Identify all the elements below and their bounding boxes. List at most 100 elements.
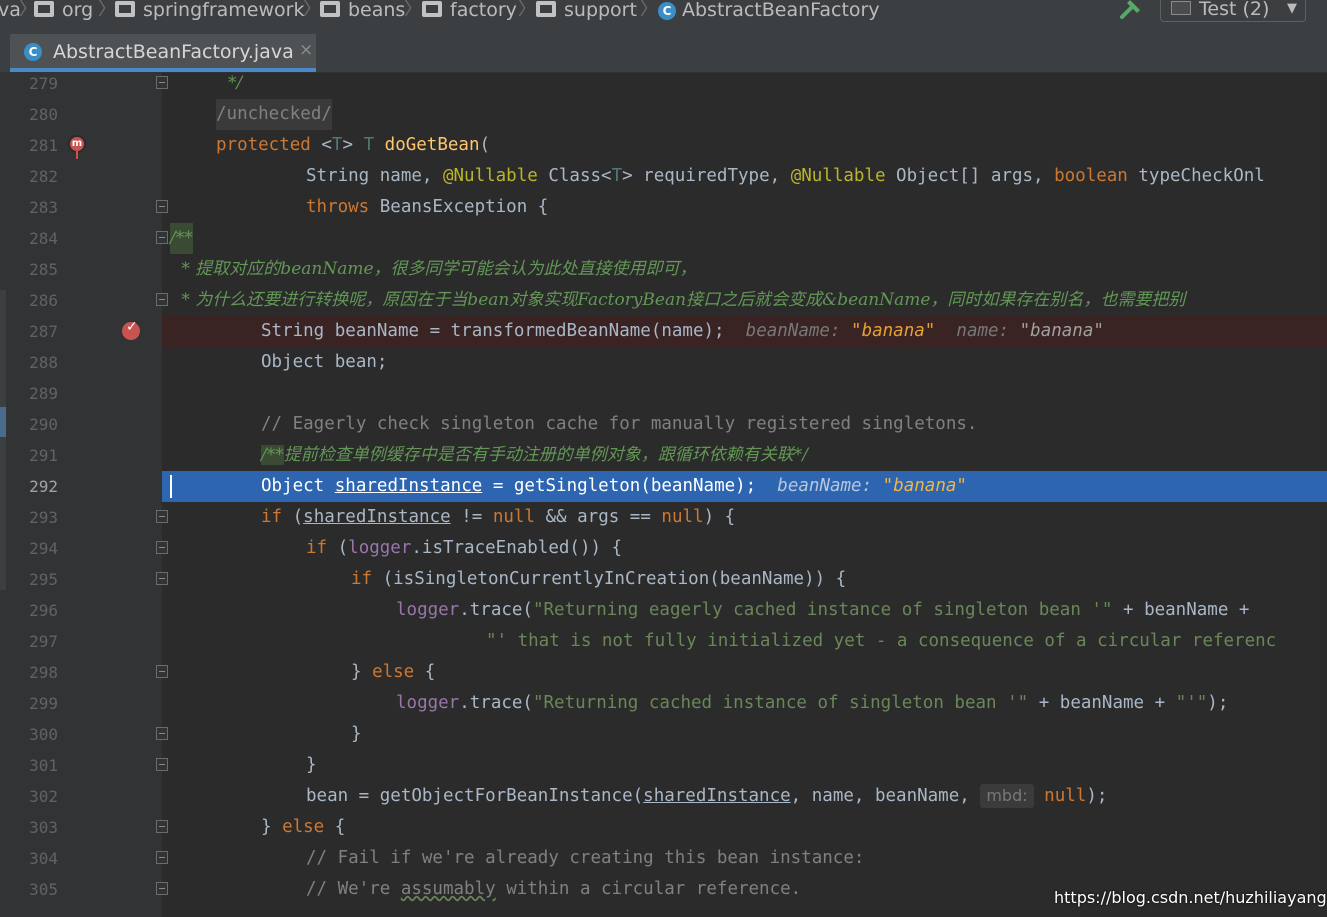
fold-marker-icon[interactable] — [156, 665, 168, 678]
code-line: 293 if (sharedInstance != null && args =… — [0, 502, 1327, 533]
fold-marker-icon[interactable] — [156, 510, 168, 523]
parameter-hint: mbd: — [980, 784, 1034, 808]
line-number: 298 — [29, 663, 58, 682]
code-text: } — [306, 755, 317, 775]
code-text: String name, @Nullable Class<T> required… — [306, 166, 1265, 186]
line-comment: // Eagerly check singleton cache for man… — [261, 414, 978, 434]
code-text: if (isSingletonCurrentlyInCreation(beanN… — [351, 569, 847, 589]
line-number: 286 — [29, 291, 58, 310]
code-text: Object bean; — [261, 352, 388, 372]
line-number: 279 — [29, 74, 58, 93]
tab-abstractbeanfactory[interactable]: C AbstractBeanFactory.java × — [10, 34, 316, 72]
breadcrumb-item-class[interactable]: C AbstractBeanFactory — [658, 0, 880, 22]
code-line: 304 // Fail if we're already creating th… — [0, 843, 1327, 874]
code-line: 290 // Eagerly check singleton cache for… — [0, 409, 1327, 440]
fold-marker-icon[interactable] — [156, 200, 168, 213]
breadcrumb-item-springframework[interactable]: springframework — [115, 0, 304, 22]
code-line: 301 } — [0, 750, 1327, 781]
code-line: 285 * 提取对应的beanName，很多同学可能会认为此处直接使用即可， — [0, 254, 1327, 285]
doc-comment: * 提取对应的beanName，很多同学可能会认为此处直接使用即可， — [176, 259, 697, 279]
line-number: 303 — [29, 818, 58, 837]
folder-icon — [422, 1, 442, 17]
code-text: if (logger.isTraceEnabled()) { — [306, 538, 623, 558]
code-text: Object sharedInstance = getSingleton(bea… — [261, 476, 967, 496]
code-line: 300 } — [0, 719, 1327, 750]
fold-marker-icon[interactable] — [156, 882, 168, 895]
line-number: 291 — [29, 446, 58, 465]
line-number: 302 — [29, 787, 58, 806]
code-line: 302 bean = getObjectForBeanInstance(shar… — [0, 781, 1327, 812]
breadcrumb-label: factory — [450, 0, 517, 21]
code-editor[interactable]: 279 */ 280 /unchecked/ 281 m protected <… — [0, 72, 1327, 917]
code-line: 296 logger.trace("Returning eagerly cach… — [0, 595, 1327, 626]
fold-marker-icon[interactable] — [156, 76, 168, 89]
doc-comment: /** — [170, 223, 193, 254]
code-line: 299 logger.trace("Returning cached insta… — [0, 688, 1327, 719]
line-number: 295 — [29, 570, 58, 589]
code-line: 295 if (isSingletonCurrentlyInCreation(b… — [0, 564, 1327, 595]
line-comment: // Fail if we're already creating this b… — [306, 848, 865, 868]
breakpoint-icon[interactable] — [122, 319, 140, 340]
chevron-down-icon: ▼ — [1287, 1, 1297, 16]
close-icon[interactable]: × — [299, 40, 313, 60]
class-icon: C — [24, 43, 42, 61]
code-line: 289 — [0, 378, 1327, 409]
breadcrumb-separator: 〉 — [404, 0, 422, 20]
breadcrumb-label: org — [62, 0, 94, 21]
line-number: 304 — [29, 849, 58, 868]
code-line: 280 /unchecked/ — [0, 99, 1327, 130]
breadcrumb-item-factory[interactable]: factory — [422, 0, 517, 22]
code-line: 286 * 为什么还要进行转换呢，原因在于当bean对象实现FactoryBea… — [0, 285, 1327, 316]
line-comment: // We're assumably within a circular ref… — [306, 879, 802, 899]
line-number: 283 — [29, 198, 58, 217]
breadcrumb-separator: 〉 — [518, 0, 536, 20]
fold-marker-icon[interactable] — [156, 541, 168, 554]
fold-marker-icon[interactable] — [156, 727, 168, 740]
code-line: 282 String name, @Nullable Class<T> requ… — [0, 161, 1327, 192]
fold-marker-icon[interactable] — [156, 820, 168, 833]
breadcrumb-item-org[interactable]: org — [34, 0, 93, 22]
line-number: 281 — [29, 136, 58, 155]
code-line: 291 /**提前检查单例缓存中是否有手动注册的单例对象，跟循环依赖有关联*/ — [0, 440, 1327, 471]
text-cursor — [170, 475, 172, 498]
breadcrumb-item-beans[interactable]: beans — [320, 0, 405, 22]
code-text: } else { — [351, 662, 436, 682]
watermark-url: https://blog.csdn.net/huzhiliayanghao — [1054, 888, 1327, 907]
line-number: 290 — [29, 415, 58, 434]
breadcrumb-label: support — [564, 0, 637, 21]
line-number: 300 — [29, 725, 58, 744]
code-text: throws BeansException { — [306, 197, 549, 217]
folder-icon — [536, 1, 556, 17]
fold-marker-icon[interactable] — [156, 758, 168, 771]
code-text: logger.trace("Returning cached instance … — [396, 693, 1229, 713]
hammer-icon[interactable] — [1118, 0, 1144, 22]
navigation-bar: va 〉 org 〉 springframework 〉 beans 〉 fac… — [0, 0, 1327, 30]
code-text: } else { — [261, 817, 346, 837]
line-number: 289 — [29, 384, 58, 403]
line-comment: /unchecked/ — [216, 99, 332, 130]
class-icon: C — [658, 2, 676, 20]
line-number: 305 — [29, 880, 58, 899]
code-line: 294 if (logger.isTraceEnabled()) { — [0, 533, 1327, 564]
breadcrumb-separator: 〉 — [98, 0, 116, 20]
fold-marker-icon[interactable] — [156, 231, 168, 244]
line-number: 284 — [29, 229, 58, 248]
code-text: if (sharedInstance != null && args == nu… — [261, 507, 736, 527]
folder-icon — [320, 1, 340, 17]
editor-tab-bar: C AbstractBeanFactory.java × — [0, 30, 1327, 73]
code-line: 303 } else { — [0, 812, 1327, 843]
breadcrumb-label: springframework — [143, 0, 305, 21]
run-config-label: Test (2) — [1199, 0, 1270, 20]
breadcrumb-item-va[interactable]: va — [0, 0, 21, 22]
fold-marker-icon[interactable] — [156, 851, 168, 864]
override-icon[interactable]: m — [68, 135, 86, 159]
code-text: } — [351, 724, 362, 744]
fold-marker-icon[interactable] — [156, 293, 168, 306]
breadcrumb-item-support[interactable]: support — [536, 0, 637, 22]
run-configuration-selector[interactable]: Test (2) ▼ — [1160, 0, 1306, 22]
line-number: 285 — [29, 260, 58, 279]
code-line: 283 throws BeansException { — [0, 192, 1327, 223]
breadcrumb-separator: 〉 — [640, 0, 658, 20]
fold-marker-icon[interactable] — [156, 572, 168, 585]
code-line-current-text: Object sharedInstance = getSingleton(bea… — [0, 471, 1327, 502]
